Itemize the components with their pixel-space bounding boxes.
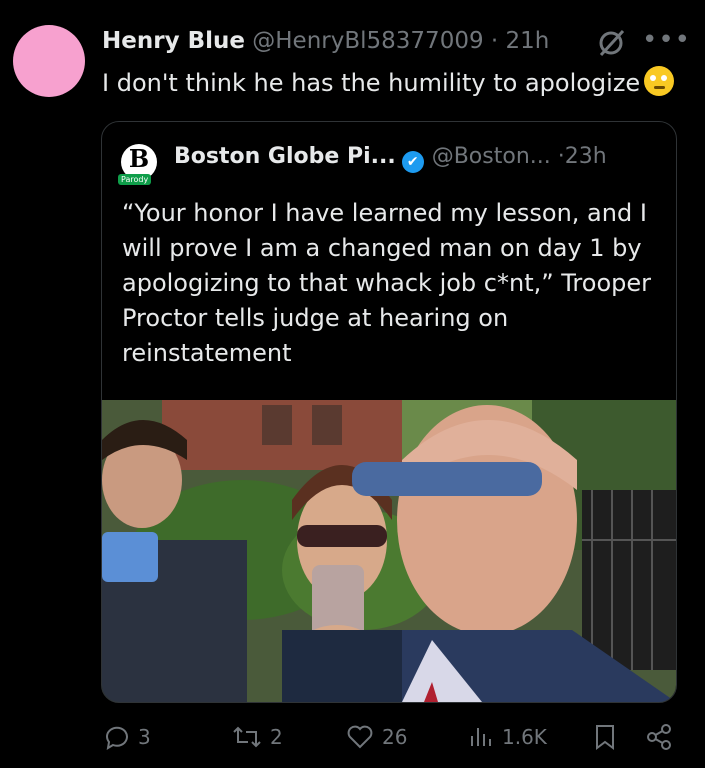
repost-action[interactable]: 2 — [232, 724, 283, 750]
author-name[interactable]: Henry Blue — [102, 28, 245, 54]
quote-time[interactable]: 23h — [565, 144, 607, 169]
repost-count: 2 — [270, 725, 283, 749]
views-count: 1.6K — [502, 725, 547, 749]
bookmark-icon[interactable] — [594, 724, 616, 750]
reply-count: 3 — [138, 725, 151, 749]
repost-icon[interactable] — [232, 724, 262, 750]
more-options-icon[interactable]: ••• — [642, 25, 691, 55]
views-action[interactable]: 1.6K — [468, 724, 547, 750]
parody-badge: Parody — [118, 174, 152, 185]
bookmark-action[interactable] — [594, 724, 616, 750]
quote-header: Boston Globe Pi... ✔ @Boston... ·23h — [174, 144, 607, 173]
separator-dot: · — [490, 28, 499, 54]
quote-author-handle[interactable]: @Boston... — [432, 144, 551, 169]
verified-badge-icon: ✔ — [401, 151, 424, 173]
post-time[interactable]: 21h — [506, 28, 550, 54]
grok-icon[interactable] — [596, 28, 626, 58]
quote-text: “Your honor I have learned my lesson, an… — [122, 199, 652, 367]
like-count: 26 — [382, 725, 408, 749]
post-text-content: I don't think he has the humility to apo… — [102, 69, 641, 97]
share-icon[interactable] — [646, 724, 672, 750]
views-icon[interactable] — [468, 724, 494, 750]
quote-author-name[interactable]: Boston Globe Pi... — [174, 144, 396, 169]
author-handle[interactable]: @HenryBl58377009 — [252, 28, 483, 54]
post-header: Henry Blue @HenryBl58377009 · 21h — [102, 28, 549, 54]
heart-icon[interactable] — [346, 724, 374, 750]
quote-separator-dot: · — [557, 144, 565, 169]
face-with-rolling-eyes-emoji-icon — [644, 66, 675, 96]
action-bar: 3 2 26 1.6K — [0, 724, 705, 758]
avatar[interactable] — [13, 25, 85, 97]
like-action[interactable]: 26 — [346, 724, 407, 750]
reply-icon[interactable] — [104, 724, 130, 750]
quote-photo[interactable] — [102, 400, 676, 702]
reply-action[interactable]: 3 — [104, 724, 151, 750]
post-text: I don't think he has the humility to apo… — [102, 66, 675, 97]
quoted-post[interactable]: B Parody Boston Globe Pi... ✔ @Boston... ·… — [101, 121, 677, 703]
share-action[interactable] — [646, 724, 672, 750]
